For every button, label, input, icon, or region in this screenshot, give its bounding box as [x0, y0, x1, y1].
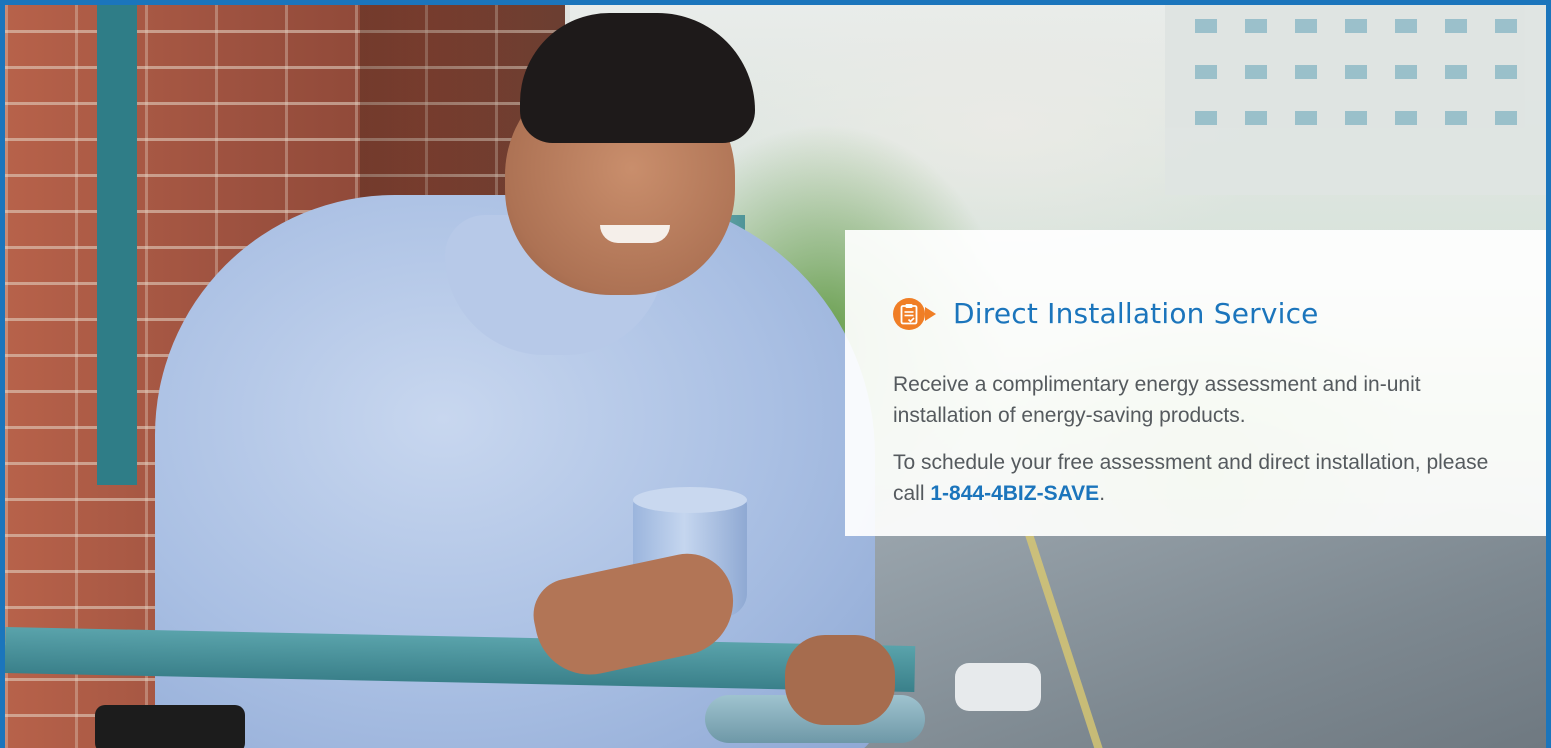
car: [955, 663, 1041, 711]
person-smile: [600, 225, 670, 243]
card-header: Direct Installation Service: [893, 274, 1507, 353]
info-card: Direct Installation Service Receive a co…: [845, 230, 1546, 536]
clipboard-checklist-icon: [893, 297, 936, 330]
phone-number-link[interactable]: 1-844-4BIZ-SAVE: [930, 482, 1099, 505]
person-belt: [95, 705, 245, 748]
hero-banner: Direct Installation Service Receive a co…: [0, 0, 1551, 748]
background-building: [1165, 5, 1546, 195]
card-title: Direct Installation Service: [953, 297, 1319, 331]
card-description: Receive a complimentary energy assessmen…: [893, 373, 1421, 428]
window-frame: [97, 5, 137, 485]
person-hand-right: [785, 635, 895, 725]
card-call-to-action: To schedule your free assessment and dir…: [893, 447, 1507, 509]
street: [845, 535, 1546, 748]
call-to-action-period: .: [1099, 482, 1106, 506]
